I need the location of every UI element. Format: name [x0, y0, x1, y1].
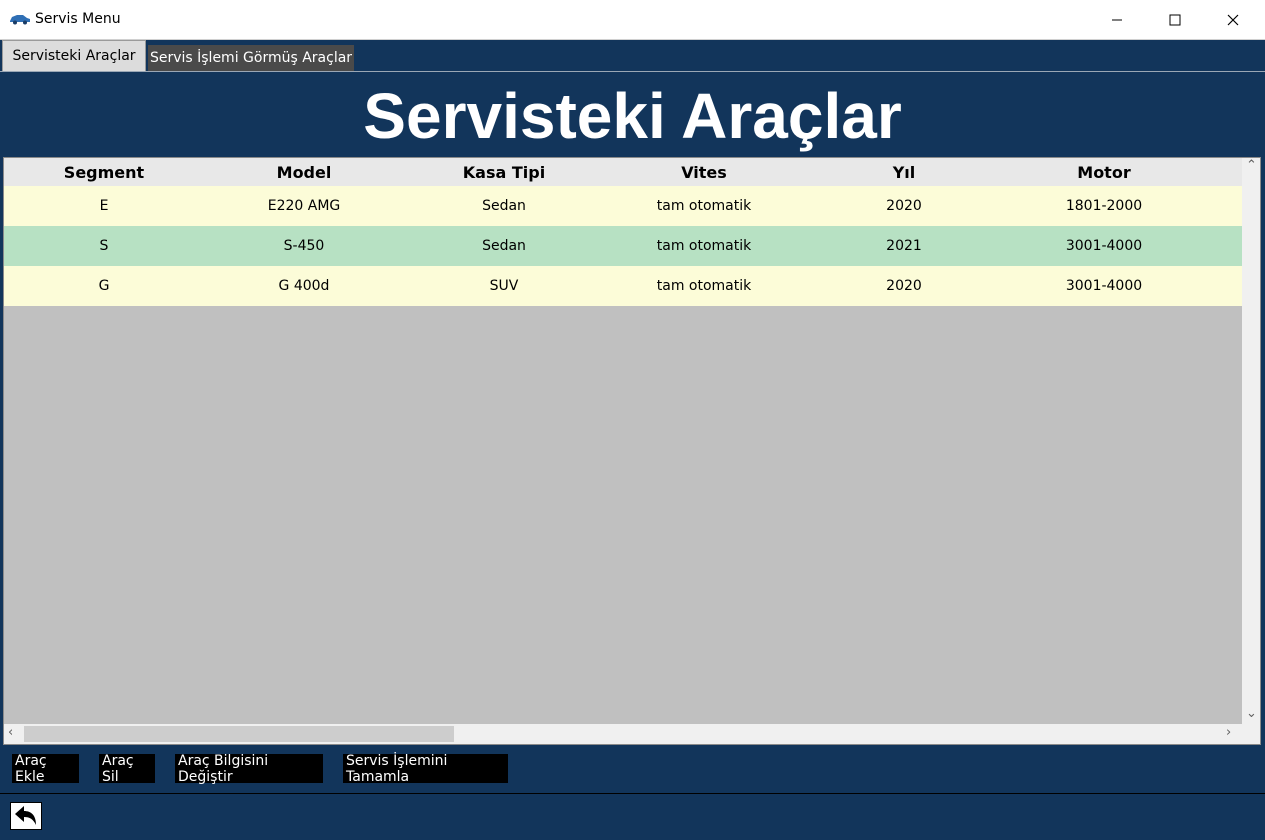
maximize-icon: [1169, 14, 1181, 25]
close-icon: [1227, 14, 1239, 25]
cell-motor[interactable]: 3001-4000: [1004, 266, 1204, 306]
edit-vehicle-button[interactable]: Araç Bilgisini Değiştir: [175, 753, 323, 785]
tab-servis-islemi-gormus-araclar[interactable]: Servis İşlemi Görmüş Araçlar: [148, 45, 354, 71]
tab-strip: Servisteki Araçlar Servis İşlemi Görmüş …: [0, 40, 1265, 72]
delete-vehicle-button[interactable]: Araç Sil: [99, 753, 155, 785]
table-row[interactable]: G G 400d SUV tam otomatik 2020 3001-4000: [4, 266, 1242, 306]
scroll-left-icon[interactable]: ‹: [8, 725, 13, 740]
cell-kasa-tipi[interactable]: Sedan: [404, 226, 604, 266]
cell-model[interactable]: E220 AMG: [204, 186, 404, 226]
column-header-segment[interactable]: Segment: [4, 158, 204, 186]
column-header-kasa-tipi[interactable]: Kasa Tipi: [404, 158, 604, 186]
car-icon: [10, 15, 30, 25]
horizontal-scrollbar[interactable]: ‹ ›: [4, 724, 1242, 744]
cell-motor[interactable]: 1801-2000: [1004, 186, 1204, 226]
column-header-yil[interactable]: Yıl: [804, 158, 1004, 186]
scroll-up-icon[interactable]: ⌃: [1246, 158, 1257, 173]
close-button[interactable]: [1204, 0, 1262, 39]
horizontal-scroll-thumb[interactable]: [24, 726, 454, 742]
cell-vites[interactable]: tam otomatik: [604, 186, 804, 226]
scroll-down-icon[interactable]: ⌄: [1246, 706, 1257, 721]
page-title: Servisteki Araçlar: [363, 80, 902, 152]
maximize-button[interactable]: [1146, 0, 1204, 39]
column-header-motor[interactable]: Motor: [1004, 158, 1204, 186]
minimize-button[interactable]: [1088, 0, 1146, 39]
minimize-icon: [1112, 19, 1122, 20]
cell-segment[interactable]: E: [4, 186, 204, 226]
cell-yil[interactable]: 2020: [804, 266, 1004, 306]
tab-divider: [0, 71, 1265, 72]
cell-vites[interactable]: tam otomatik: [604, 226, 804, 266]
cell-model[interactable]: G 400d: [204, 266, 404, 306]
scrollbar-corner: [1242, 724, 1260, 744]
column-header-model[interactable]: Model: [204, 158, 404, 186]
cell-motor[interactable]: 3001-4000: [1004, 226, 1204, 266]
vertical-scrollbar[interactable]: ⌃ ⌄: [1242, 158, 1260, 724]
table-row[interactable]: S S-450 Sedan tam otomatik 2021 3001-400…: [4, 226, 1242, 266]
cell-model[interactable]: S-450: [204, 226, 404, 266]
column-header-vites[interactable]: Vites: [604, 158, 804, 186]
cell-segment[interactable]: G: [4, 266, 204, 306]
cell-segment[interactable]: S: [4, 226, 204, 266]
cell-yil[interactable]: 2021: [804, 226, 1004, 266]
grid-header: Segment Model Kasa Tipi Vites Yıl Motor: [4, 158, 1242, 186]
scroll-right-icon[interactable]: ›: [1226, 725, 1231, 740]
back-button[interactable]: [10, 802, 42, 830]
cell-vites[interactable]: tam otomatik: [604, 266, 804, 306]
tab-servisteki-araclar[interactable]: Servisteki Araçlar: [2, 40, 146, 71]
window-title: Servis Menu: [35, 11, 121, 27]
title-bar: Servis Menu: [0, 0, 1265, 40]
add-vehicle-button[interactable]: Araç Ekle: [12, 753, 79, 785]
back-arrow-icon: [15, 806, 36, 825]
cell-kasa-tipi[interactable]: Sedan: [404, 186, 604, 226]
cell-kasa-tipi[interactable]: SUV: [404, 266, 604, 306]
complete-service-button[interactable]: Servis İşlemini Tamamla: [343, 753, 508, 785]
footer-divider: [0, 793, 1265, 794]
table-row[interactable]: E E220 AMG Sedan tam otomatik 2020 1801-…: [4, 186, 1242, 226]
cell-yil[interactable]: 2020: [804, 186, 1004, 226]
vehicle-grid[interactable]: Segment Model Kasa Tipi Vites Yıl Motor …: [3, 157, 1261, 745]
